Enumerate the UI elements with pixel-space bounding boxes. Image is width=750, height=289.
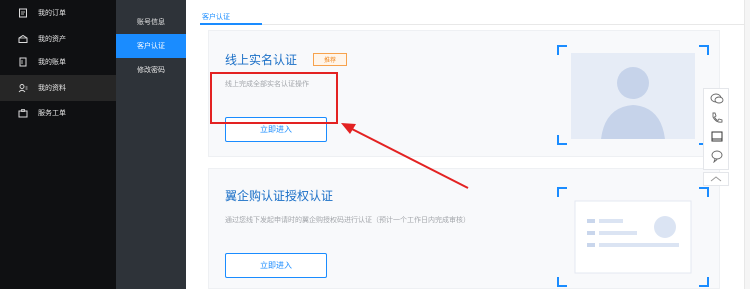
sub-item-customer-auth[interactable]: 客户认证 <box>116 34 186 58</box>
document-illustration <box>557 187 709 287</box>
back-to-top-icon[interactable] <box>703 172 729 186</box>
card-title: 翼企购认证授权认证 <box>225 189 334 203</box>
nav-item-label: 我的账单 <box>38 58 66 66</box>
nav-item-orders[interactable]: 我的订单 <box>0 0 116 26</box>
sub-item-change-password[interactable]: 修改密码 <box>116 58 186 82</box>
enter-yiqigou-auth-button[interactable]: 立即进入 <box>225 253 327 278</box>
nav-item-label: 我的订单 <box>38 9 66 17</box>
tab-active-indicator <box>200 23 262 25</box>
phone-icon[interactable] <box>708 110 726 126</box>
scrollbar-track[interactable] <box>744 0 750 289</box>
tab-customer-auth[interactable]: 客户认证 <box>202 12 230 22</box>
left-sidebar: 我的订单 我的资产 我的账单 我的资料 服务工单 <box>0 0 116 289</box>
main-content: 客户认证 线上实名认证 推荐 线上完成全部实名认证操作 立即进入 翼企购认证授权… <box>186 0 750 289</box>
nav-item-label: 我的资料 <box>38 84 66 92</box>
chat-icon[interactable] <box>708 91 726 107</box>
ticket-icon <box>18 108 28 118</box>
nav-item-tickets[interactable]: 服务工单 <box>0 100 116 126</box>
highlight-box <box>210 72 338 124</box>
card-title: 线上实名认证 <box>225 53 298 67</box>
profile-icon <box>18 83 28 93</box>
feedback-icon[interactable] <box>708 148 726 164</box>
card-description: 通过您线下发起申请时的翼企购授权码进行认证（预计一个工作日内完成审核） <box>225 216 470 224</box>
sub-item-account-info[interactable]: 账号信息 <box>116 10 186 34</box>
nav-item-label: 我的资产 <box>38 35 66 43</box>
order-icon <box>18 8 28 18</box>
assets-icon <box>18 34 28 44</box>
bill-icon <box>18 57 28 67</box>
tab-divider <box>200 24 750 25</box>
nav-item-label: 服务工单 <box>38 109 66 117</box>
id-photo-illustration <box>557 45 709 145</box>
recommend-badge: 推荐 <box>313 53 347 66</box>
nav-item-bills[interactable]: 我的账单 <box>0 49 116 75</box>
nav-item-profile[interactable]: 我的资料 <box>0 75 116 101</box>
sub-sidebar: 账号信息 客户认证 修改密码 <box>116 0 186 289</box>
yiqigou-auth-card: 翼企购认证授权认证 通过您线下发起申请时的翼企购授权码进行认证（预计一个工作日内… <box>208 168 720 289</box>
screen-icon[interactable] <box>708 129 726 145</box>
floating-toolbar <box>703 88 729 170</box>
